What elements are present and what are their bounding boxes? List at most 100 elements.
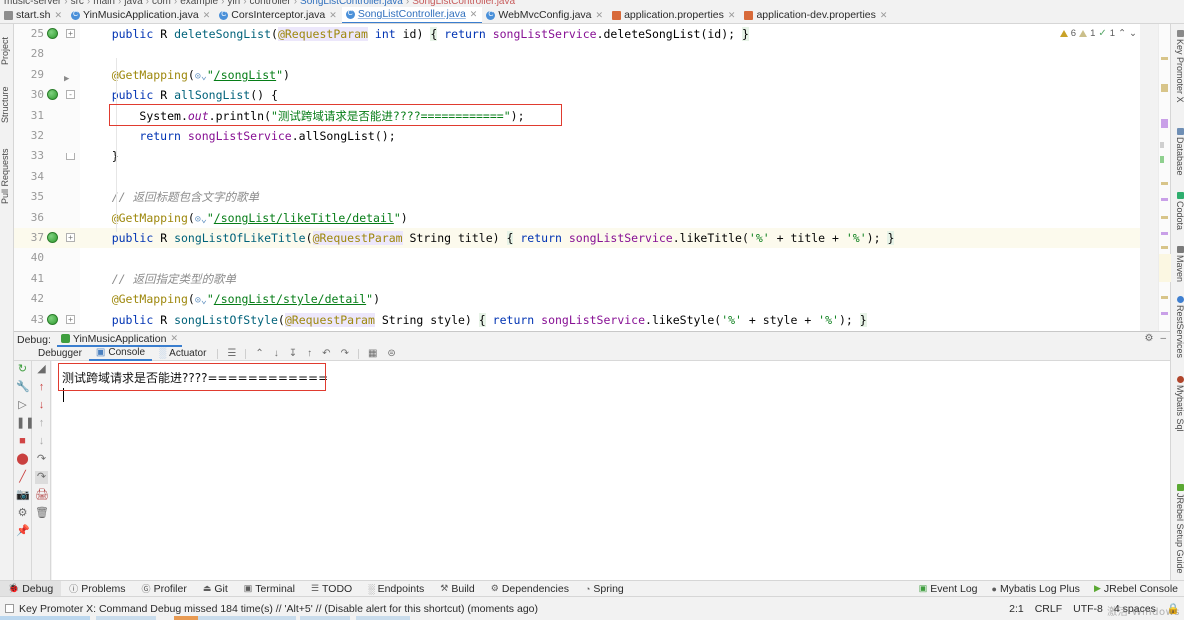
tool-window-button-event-log[interactable]: ▣ Event Log: [919, 581, 978, 597]
tool-window-button-endpoints[interactable]: ░ Endpoints: [360, 581, 432, 597]
debug-tool-window[interactable]: Debug: YinMusicApplication ✕ ⚙ – Debugge…: [14, 331, 1170, 597]
scroll-up-icon[interactable]: ↑: [35, 381, 48, 394]
status-message[interactable]: Key Promoter X: Command Debug missed 184…: [0, 603, 538, 615]
fold-collapse-icon[interactable]: -: [66, 90, 75, 100]
clear-all-icon[interactable]: ↷: [336, 348, 354, 359]
fold-expand-icon[interactable]: +: [66, 314, 75, 324]
left-tool-window-stripe[interactable]: Project Structure Pull Requests: [0, 24, 14, 596]
url-mapping-gutter-icon[interactable]: [47, 313, 58, 325]
editor-marker-track[interactable]: [1158, 24, 1171, 331]
editor-tab[interactable]: application.properties ✕: [608, 7, 740, 23]
tool-window-button-problems[interactable]: ⓘ Problems: [61, 581, 133, 597]
status-bar-right[interactable]: 2:1 CRLF UTF-8 4 spaces 🔒: [1009, 602, 1180, 616]
tool-window-button-todo[interactable]: ☰ TODO: [303, 581, 360, 597]
scroll-to-end-icon[interactable]: ↓: [269, 348, 284, 359]
hamburger-icon[interactable]: ☰: [222, 348, 241, 359]
right-tool-window-stripe[interactable]: Key Promoter X Database Codota Maven Res…: [1170, 24, 1184, 596]
scroll-up-icon[interactable]: ↑: [302, 348, 317, 359]
soft-wrap-lines-icon[interactable]: ↷: [35, 453, 48, 466]
tool-window-button-terminal[interactable]: ▣ Terminal: [236, 581, 303, 597]
debug-run-config-tab[interactable]: YinMusicApplication ✕: [56, 332, 182, 347]
gear-icon[interactable]: ⚙: [1144, 333, 1153, 344]
resume-icon[interactable]: ▷: [16, 399, 29, 412]
code-line[interactable]: 25 + public R deleteSongList(@RequestPara…: [14, 24, 1140, 44]
sidebar-item-structure[interactable]: Structure: [0, 76, 14, 134]
close-icon[interactable]: ✕: [54, 10, 62, 21]
sidebar-item-codota[interactable]: Codota: [1171, 192, 1184, 230]
tool-window-button-build[interactable]: ⚒ Build: [432, 581, 482, 597]
screenshot-icon[interactable]: 📷: [16, 489, 30, 502]
tool-window-button-spring[interactable]: ◔ Spring: [577, 581, 632, 597]
wrench-icon[interactable]: 🔧: [16, 381, 30, 394]
sidebar-item-maven[interactable]: Maven: [1171, 246, 1184, 282]
print-icon[interactable]: 🖨: [35, 489, 49, 502]
console-output[interactable]: 测试跨域请求是否能进????============: [52, 361, 1170, 597]
editor-tab[interactable]: WebMvcConfig.java ✕: [482, 7, 608, 23]
close-icon[interactable]: ✕: [596, 10, 604, 21]
sidebar-item-mybatis-sql[interactable]: Mybatis Sql: [1171, 376, 1184, 432]
tool-window-button-profiler[interactable]: Ⓖ Profiler: [134, 581, 195, 597]
chevron-down-icon[interactable]: ⌄: [1129, 28, 1137, 39]
close-icon[interactable]: ✕: [329, 10, 337, 21]
code-line[interactable]: 29 ▶ @GetMapping(⊙⌄"/songList"): [14, 65, 1140, 85]
chevron-up-icon[interactable]: ⌃: [1118, 28, 1126, 39]
code-line[interactable]: 28: [14, 44, 1140, 64]
code-line[interactable]: 40: [14, 248, 1140, 268]
stop-icon[interactable]: ■: [16, 435, 29, 448]
console-actions-rail[interactable]: ◢ ↑ ↓ ↑ ↓ ↷ ↷ 🖨 🗑: [33, 361, 51, 597]
code-line[interactable]: 36 @GetMapping(⊙⌄"/songList/likeTitle/de…: [14, 208, 1140, 228]
pause-icon[interactable]: ❚❚: [16, 417, 34, 430]
rerun-icon[interactable]: ↻: [16, 363, 29, 376]
editor-tab[interactable]: application-dev.properties ✕: [740, 7, 892, 23]
trash-icon[interactable]: 🗑: [35, 507, 49, 520]
sidebar-item-database[interactable]: Database: [1171, 128, 1184, 176]
code-line[interactable]: 41 // 返回指定类型的歌单: [14, 269, 1140, 289]
next-occurrence-icon[interactable]: ↓: [35, 435, 48, 448]
sidebar-item-restservices[interactable]: RestServices: [1171, 296, 1184, 358]
table-view-icon[interactable]: ▦: [363, 348, 382, 359]
scroll-down-icon[interactable]: ↧: [284, 348, 302, 359]
settings-gear-icon[interactable]: ⚙: [16, 507, 29, 520]
debug-tab-debugger[interactable]: Debugger: [31, 347, 89, 361]
close-icon[interactable]: ✕: [728, 10, 736, 21]
editor-tab[interactable]: CorsInterceptor.java✕: [215, 7, 342, 23]
editor-tab[interactable]: start.sh ✕: [0, 7, 67, 23]
sidebar-item-jrebel-setup-guide[interactable]: JRebel Setup Guide: [1171, 484, 1184, 574]
prev-occurrence-icon[interactable]: ↑: [35, 417, 48, 430]
caret-position[interactable]: 2:1: [1009, 603, 1024, 615]
sidebar-item-project[interactable]: Project: [0, 28, 14, 74]
soft-wrap-icon[interactable]: ⌃: [250, 348, 268, 359]
tool-window-button-git[interactable]: ⏏ Git: [195, 581, 236, 597]
close-icon[interactable]: ✕: [880, 10, 888, 21]
debug-header-actions[interactable]: ⚙ –: [1144, 333, 1166, 344]
inspection-widget[interactable]: 6 1 ✓ 1 ⌃ ⌄: [1059, 26, 1137, 40]
url-mapping-gutter-icon[interactable]: [47, 89, 58, 101]
code-line[interactable]: 31 System.out.println("测试跨域请求是否能进????===…: [14, 106, 1140, 126]
tool-window-button-dependencies[interactable]: ⚙ Dependencies: [483, 581, 577, 597]
scroll-down-icon[interactable]: ↓: [35, 399, 48, 412]
scroll-to-end-icon[interactable]: ↷: [35, 471, 48, 484]
file-encoding[interactable]: UTF-8: [1073, 603, 1103, 615]
fold-expand-icon[interactable]: +: [66, 233, 75, 242]
tool-window-bar-right[interactable]: ▣ Event Log ● Mybatis Log Plus ▶ JRebel Conso…: [919, 581, 1178, 597]
editor-tab[interactable]: YinMusicApplication.java ✕: [67, 7, 215, 23]
tool-window-button-jrebel-console[interactable]: ▶ JRebel Console: [1094, 581, 1178, 597]
close-icon[interactable]: ✕: [203, 10, 211, 21]
settings-icon[interactable]: ⊜: [382, 348, 400, 359]
editor-tab-bar[interactable]: start.sh✕YinMusicApplication.java✕CorsIn…: [0, 7, 1184, 24]
code-line[interactable]: 37 + public R songListOfLikeTitle(@Reques…: [14, 228, 1140, 249]
fold-end-icon[interactable]: [66, 153, 75, 161]
tool-window-bar[interactable]: 🐞 Debug ⓘ Problems Ⓖ Profiler ⏏ Git ▣ Terminal ☰ TO…: [0, 580, 1184, 597]
code-lines[interactable]: 25 + public R deleteSongList(@RequestPara…: [14, 24, 1140, 331]
mute-breakpoints-icon[interactable]: ╱: [16, 471, 29, 484]
code-line[interactable]: 30 - public R allSongList() {: [14, 85, 1140, 105]
tool-window-button-mybatis-log-plus[interactable]: ● Mybatis Log Plus: [992, 581, 1080, 597]
soft-wrap-toggle-icon[interactable]: ◢: [35, 363, 48, 376]
indent-setting[interactable]: 4 spaces: [1114, 603, 1156, 615]
debug-tab-actuator[interactable]: ░ Actuator: [152, 347, 213, 361]
pin-icon[interactable]: 📌: [16, 525, 30, 538]
close-icon[interactable]: ✕: [470, 9, 478, 20]
close-icon[interactable]: ✕: [170, 333, 178, 344]
tool-window-button-debug[interactable]: 🐞 Debug: [0, 580, 62, 597]
line-separator[interactable]: CRLF: [1035, 603, 1062, 615]
